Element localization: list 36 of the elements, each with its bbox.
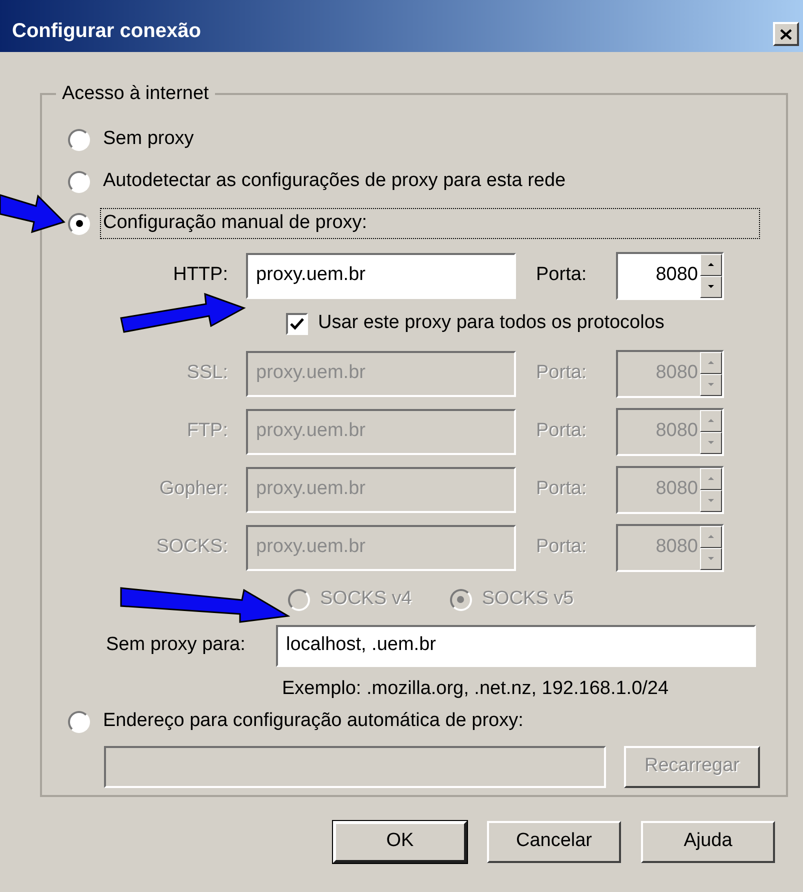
port-label: Porta: <box>536 361 588 386</box>
protocol-label: Gopher: <box>158 477 228 502</box>
window-title: Configurar conexão <box>12 19 202 44</box>
radio-label[interactable]: Autodetectar as configurações de proxy para esta rede <box>100 166 569 197</box>
radio-button[interactable] <box>68 710 90 732</box>
radio-button[interactable] <box>68 128 90 150</box>
annotation-arrow <box>0 192 66 236</box>
close-icon <box>780 28 792 40</box>
protocol-label: HTTP: <box>172 263 228 288</box>
protocol-label: SOCKS: <box>155 535 228 560</box>
checkbox-label[interactable]: Usar este proxy para todos os protocolos <box>318 309 664 338</box>
radio-label[interactable]: Sem proxy <box>100 124 197 155</box>
no-proxy-field[interactable]: localhost, .uem.br <box>276 624 756 666</box>
protocol-label: FTP: <box>186 419 228 444</box>
radio-button[interactable] <box>68 170 90 192</box>
close-button[interactable] <box>773 22 799 46</box>
port-label: Porta: <box>536 263 588 288</box>
checkmark-icon <box>290 318 304 330</box>
port-label: Porta: <box>536 535 588 560</box>
dialog-button[interactable]: OK <box>333 820 467 862</box>
dialog-button[interactable]: Cancelar <box>487 820 621 862</box>
radio-button[interactable] <box>68 212 90 234</box>
radio-label[interactable]: Configuração manual de proxy: <box>100 208 760 239</box>
protocol-label: SSL: <box>186 361 228 386</box>
checkbox[interactable] <box>286 312 308 334</box>
port-label: Porta: <box>536 477 588 502</box>
spin-down-icon[interactable] <box>700 276 722 298</box>
port-spinner[interactable]: 8080 <box>616 252 724 300</box>
radio-label[interactable]: Endereço para configuração automática de proxy: <box>100 706 526 737</box>
group-title: Acesso à internet <box>61 82 210 106</box>
example-text: Exemplo: .mozilla.org, .net.nz, 192.168.1.0/24 <box>282 676 670 700</box>
no-proxy-label: Sem proxy para: <box>106 633 246 658</box>
spin-up-icon[interactable] <box>700 254 722 276</box>
port-label: Porta: <box>536 419 588 444</box>
dialog-button[interactable]: Ajuda <box>641 820 775 862</box>
proxy-host-field[interactable]: proxy.uem.br <box>246 252 516 298</box>
